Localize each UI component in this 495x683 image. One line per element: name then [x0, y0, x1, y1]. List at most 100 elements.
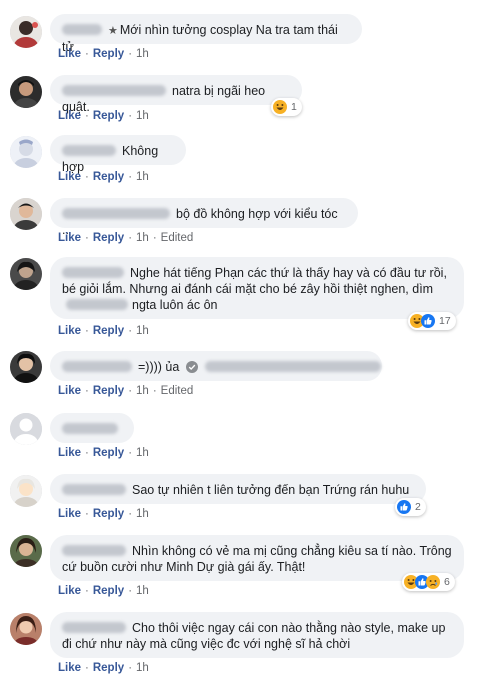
comment-bubble: =)))) ủa	[50, 351, 382, 381]
reply-link[interactable]: Reply	[93, 662, 124, 674]
reaction-summary[interactable]: 6	[402, 573, 455, 591]
separator: ·	[85, 110, 89, 122]
like-link[interactable]: Like	[58, 662, 81, 674]
comment-actions: Like · Reply · 1h	[58, 325, 149, 337]
reply-link[interactable]: Reply	[93, 325, 124, 337]
avatar[interactable]	[10, 535, 42, 567]
separator: ·	[128, 171, 133, 183]
reply-link[interactable]: Reply	[93, 385, 124, 397]
reaction-count: 6	[444, 576, 450, 588]
like-link[interactable]: Like	[58, 325, 81, 337]
reply-link[interactable]: Reply	[93, 508, 124, 520]
avatar[interactable]	[10, 198, 42, 230]
haha-icon	[273, 100, 287, 114]
timestamp[interactable]: 1h	[136, 171, 149, 183]
reaction-count: 1	[291, 101, 297, 113]
author-name[interactable]	[62, 85, 166, 96]
reply-link[interactable]: Reply	[93, 171, 124, 183]
like-link[interactable]: Like	[58, 585, 81, 597]
tagged-name[interactable]	[66, 299, 128, 310]
like-icon	[397, 500, 411, 514]
reaction-summary[interactable]: 17	[408, 312, 456, 330]
separator: ·	[152, 232, 157, 244]
like-icon	[421, 314, 435, 328]
reaction-summary[interactable]: 2	[395, 498, 426, 516]
avatar[interactable]	[10, 351, 42, 383]
reply-link[interactable]: Reply	[93, 585, 124, 597]
reply-link[interactable]: Reply	[93, 232, 124, 244]
timestamp[interactable]: 1h	[136, 662, 149, 674]
like-link[interactable]: Like	[58, 48, 81, 60]
separator: ·	[85, 447, 89, 459]
author-name[interactable]	[62, 545, 126, 556]
like-link[interactable]: Like	[58, 508, 81, 520]
edited-label[interactable]: Edited	[161, 232, 194, 244]
comment-actions: Like · Reply · 1h	[58, 48, 149, 60]
comment-bubble: Sao tự nhiên t liên tưởng đến bạn Trứng …	[50, 474, 426, 504]
separator: ·	[128, 585, 133, 597]
author-name[interactable]	[62, 622, 126, 633]
separator: ·	[128, 447, 133, 459]
comment-actions: Like · Reply · 1h	[58, 662, 149, 674]
like-link[interactable]: Like	[58, 171, 81, 183]
reply-link[interactable]: Reply	[93, 48, 124, 60]
like-link[interactable]: Like	[58, 232, 81, 244]
timestamp[interactable]: 1h	[136, 325, 149, 337]
comment-text: =)))) ủa	[138, 360, 180, 374]
comment-actions: Like · Reply · 1h · Edited	[58, 232, 193, 244]
tagged-name[interactable]	[205, 361, 382, 372]
comment-bubble	[50, 413, 134, 443]
comment-bubble: Cho thôi việc ngay cái con nào thằng nào…	[50, 612, 464, 658]
author-name[interactable]	[62, 145, 116, 156]
timestamp[interactable]: 1h	[136, 508, 149, 520]
comment-text-end: ngta luôn ác ôn	[132, 298, 218, 312]
like-link[interactable]: Like	[58, 110, 81, 122]
avatar[interactable]	[10, 258, 42, 290]
separator: ·	[128, 110, 133, 122]
separator: ·	[128, 48, 133, 60]
comment-text: Sao tự nhiên t liên tưởng đến bạn Trứng …	[132, 483, 410, 497]
avatar[interactable]	[10, 613, 42, 645]
timestamp[interactable]: 1h	[136, 48, 149, 60]
separator: ·	[85, 48, 89, 60]
author-name[interactable]	[62, 484, 126, 495]
separator: ·	[128, 232, 133, 244]
timestamp[interactable]: 1h	[136, 385, 149, 397]
author-name[interactable]	[62, 267, 124, 278]
like-link[interactable]: Like	[58, 385, 81, 397]
comment-bubble: Nhìn không có vẻ ma mị cũng chẳng kiêu s…	[50, 535, 464, 581]
avatar[interactable]	[10, 76, 42, 108]
star-icon: ★	[108, 25, 118, 37]
comment-bubble: bộ đồ không hợp với kiểu tóc ..	[50, 198, 358, 237]
avatar[interactable]	[10, 413, 42, 445]
separator: ·	[128, 385, 133, 397]
comment-actions: Like · Reply · 1h	[58, 447, 149, 459]
author-name[interactable]	[62, 361, 132, 372]
comment-actions: Like · Reply · 1h	[58, 171, 149, 183]
timestamp[interactable]: 1h	[136, 585, 149, 597]
timestamp[interactable]: 1h	[136, 232, 149, 244]
avatar[interactable]	[10, 475, 42, 507]
reply-link[interactable]: Reply	[93, 110, 124, 122]
separator: ·	[85, 385, 89, 397]
timestamp[interactable]: 1h	[136, 447, 149, 459]
edited-label[interactable]: Edited	[161, 385, 194, 397]
comment-bubble: Nghe hát tiếng Phạn các thứ là thấy hay …	[50, 257, 464, 319]
avatar[interactable]	[10, 136, 42, 168]
comment-bubble: ★ Mới nhìn tưởng cosplay Na tra tam thái …	[50, 14, 362, 54]
comment-bubble: Không hợp	[50, 135, 186, 174]
author-name[interactable]	[62, 423, 118, 434]
comment-actions: Like · Reply · 1h	[58, 585, 149, 597]
check-circle-icon	[185, 361, 198, 373]
comment-actions: Like · Reply · 1h	[58, 110, 149, 122]
separator: ·	[152, 385, 157, 397]
author-name[interactable]	[62, 24, 102, 35]
avatar[interactable]	[10, 16, 42, 48]
author-name[interactable]	[62, 208, 170, 219]
timestamp[interactable]: 1h	[136, 110, 149, 122]
reaction-summary[interactable]: 1	[271, 98, 302, 116]
reply-link[interactable]: Reply	[93, 447, 124, 459]
like-link[interactable]: Like	[58, 447, 81, 459]
reaction-count: 17	[439, 315, 451, 327]
separator: ·	[128, 325, 133, 337]
